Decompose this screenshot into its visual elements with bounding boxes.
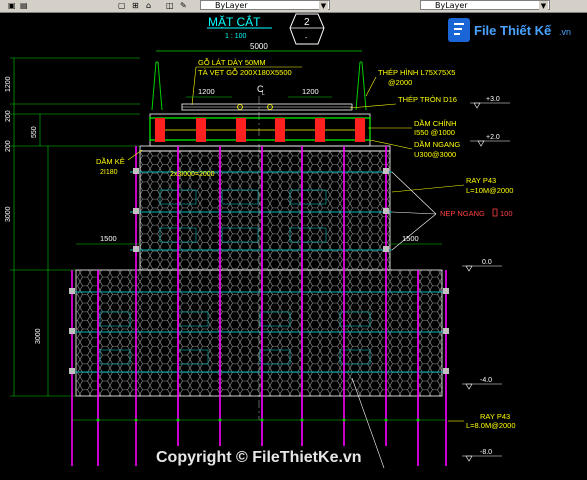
level-marker-p20: +2.0: [470, 134, 510, 147]
toolbar-btn-5[interactable]: ⌂: [146, 1, 151, 11]
label-dam-ke-note: 2x3I000=2000: [170, 171, 215, 178]
toolbar-btn-6[interactable]: ◫: [166, 1, 174, 11]
label-dam-chinh-spec: I550 @1000: [414, 128, 455, 137]
dim-1500-left: 1500: [100, 234, 117, 243]
level-marker-00: 0.0: [462, 259, 502, 272]
svg-text:-8.0: -8.0: [480, 449, 492, 456]
section-mark-number: 2: [304, 17, 310, 28]
level-marker-m80: -8.0: [462, 449, 502, 462]
label-dam-chinh: DẦM CHÍNH: [414, 118, 457, 128]
label-dam-ngang-spec: U300@3000: [414, 150, 456, 159]
label-go-lat: GỖ LÁT DÀY 50MM: [198, 58, 266, 67]
cross-beam-u300: [149, 117, 371, 141]
drawing-title: MẶT CẮT: [208, 14, 261, 29]
svg-text:0.0: 0.0: [482, 259, 492, 266]
toolbar-btn-4[interactable]: ⊞: [132, 1, 139, 11]
lineweight-combo-value: ByLayer: [435, 1, 468, 10]
dim-3000-vertical-lower: 3000: [35, 328, 42, 344]
linetype-combo-value: ByLayer: [215, 1, 248, 10]
dim-200-vertical-b: 200: [5, 140, 12, 152]
label-ray-p43-top: RAY P43: [466, 176, 496, 185]
chevron-down-icon[interactable]: ▼: [319, 1, 328, 11]
label-nep-ngang: NẸP NGANG: [440, 209, 485, 218]
level-marker-p30: +3.0: [470, 96, 510, 109]
toolbar-btn-2[interactable]: ▤: [20, 1, 28, 11]
dim-3000-vertical-upper: 3000: [5, 206, 12, 222]
label-dam-ngang: DẦM NGANG: [414, 139, 460, 149]
label-nep-ngang-spec: 100: [500, 209, 513, 218]
label-dam-ke-spec: 2I180: [100, 169, 118, 176]
section-mark-sub: -: [305, 35, 308, 42]
copyright-watermark: Copyright © FileThietKe.vn: [156, 449, 362, 466]
dim-550-vertical: 550: [31, 126, 38, 138]
channel-icon: [492, 208, 498, 217]
label-ray-p43-top-spec: L=10M@2000: [466, 186, 513, 195]
site-logo: File Thiết Kế .vn: [446, 14, 586, 46]
centerline-mark-sub: L: [262, 91, 265, 97]
railing-right: [355, 61, 367, 111]
toolbar-btn-3[interactable]: ▢: [118, 1, 126, 11]
label-thep-tron: THÉP TRÒN D16: [398, 95, 457, 104]
label-dam-ke: DẦM KÊ: [96, 156, 125, 166]
label-thep-hinh: THÉP HÌNH L75X75X5: [378, 68, 455, 77]
label-ray-p43-bot: RAY P43: [480, 412, 510, 421]
leader-ray-p43-top: [391, 184, 465, 193]
label-thep-hinh-spacing: @2000: [388, 78, 412, 87]
toolbar-btn-7[interactable]: ✎: [180, 1, 187, 11]
leader-go-lat-down: [191, 66, 197, 106]
dim-1200-left: 1200: [198, 87, 215, 96]
label-ray-p43-bot-spec: L=8.0M@2000: [466, 421, 516, 430]
dim-200-vertical-a: 200: [5, 110, 12, 122]
dim-1200-right: 1200: [302, 87, 319, 96]
drawing-canvas[interactable]: MẶT CẮT 1 : 100 2 - 5000 GỖ LÁT DÀY 50MM…: [0, 12, 587, 480]
railing-left: [151, 61, 163, 111]
svg-text:+2.0: +2.0: [486, 134, 500, 141]
drawing-scale: 1 : 100: [225, 33, 247, 40]
linetype-combo[interactable]: ByLayer ▼: [200, 0, 330, 11]
logo-domain: .vn: [559, 27, 571, 37]
dim-total-width: 5000: [250, 42, 268, 51]
svg-text:-4.0: -4.0: [480, 377, 492, 384]
gabion-lower: [75, 269, 443, 397]
lineweight-combo[interactable]: ByLayer ▼: [420, 0, 550, 11]
label-ta-vet: TÀ VẸT GỖ 200X180X5500: [198, 68, 292, 77]
chevron-down-icon[interactable]: ▼: [539, 1, 548, 11]
toolbar-btn-1[interactable]: ▣: [8, 1, 16, 11]
leader-dam-ngang: [369, 139, 413, 150]
level-marker-m40: -4.0: [462, 377, 502, 390]
svg-text:+3.0: +3.0: [486, 96, 500, 103]
dim-1200-vertical: 1200: [5, 76, 12, 92]
logo-text: File Thiết Kế: [474, 23, 552, 38]
leader-thep-hinh: [365, 76, 377, 97]
